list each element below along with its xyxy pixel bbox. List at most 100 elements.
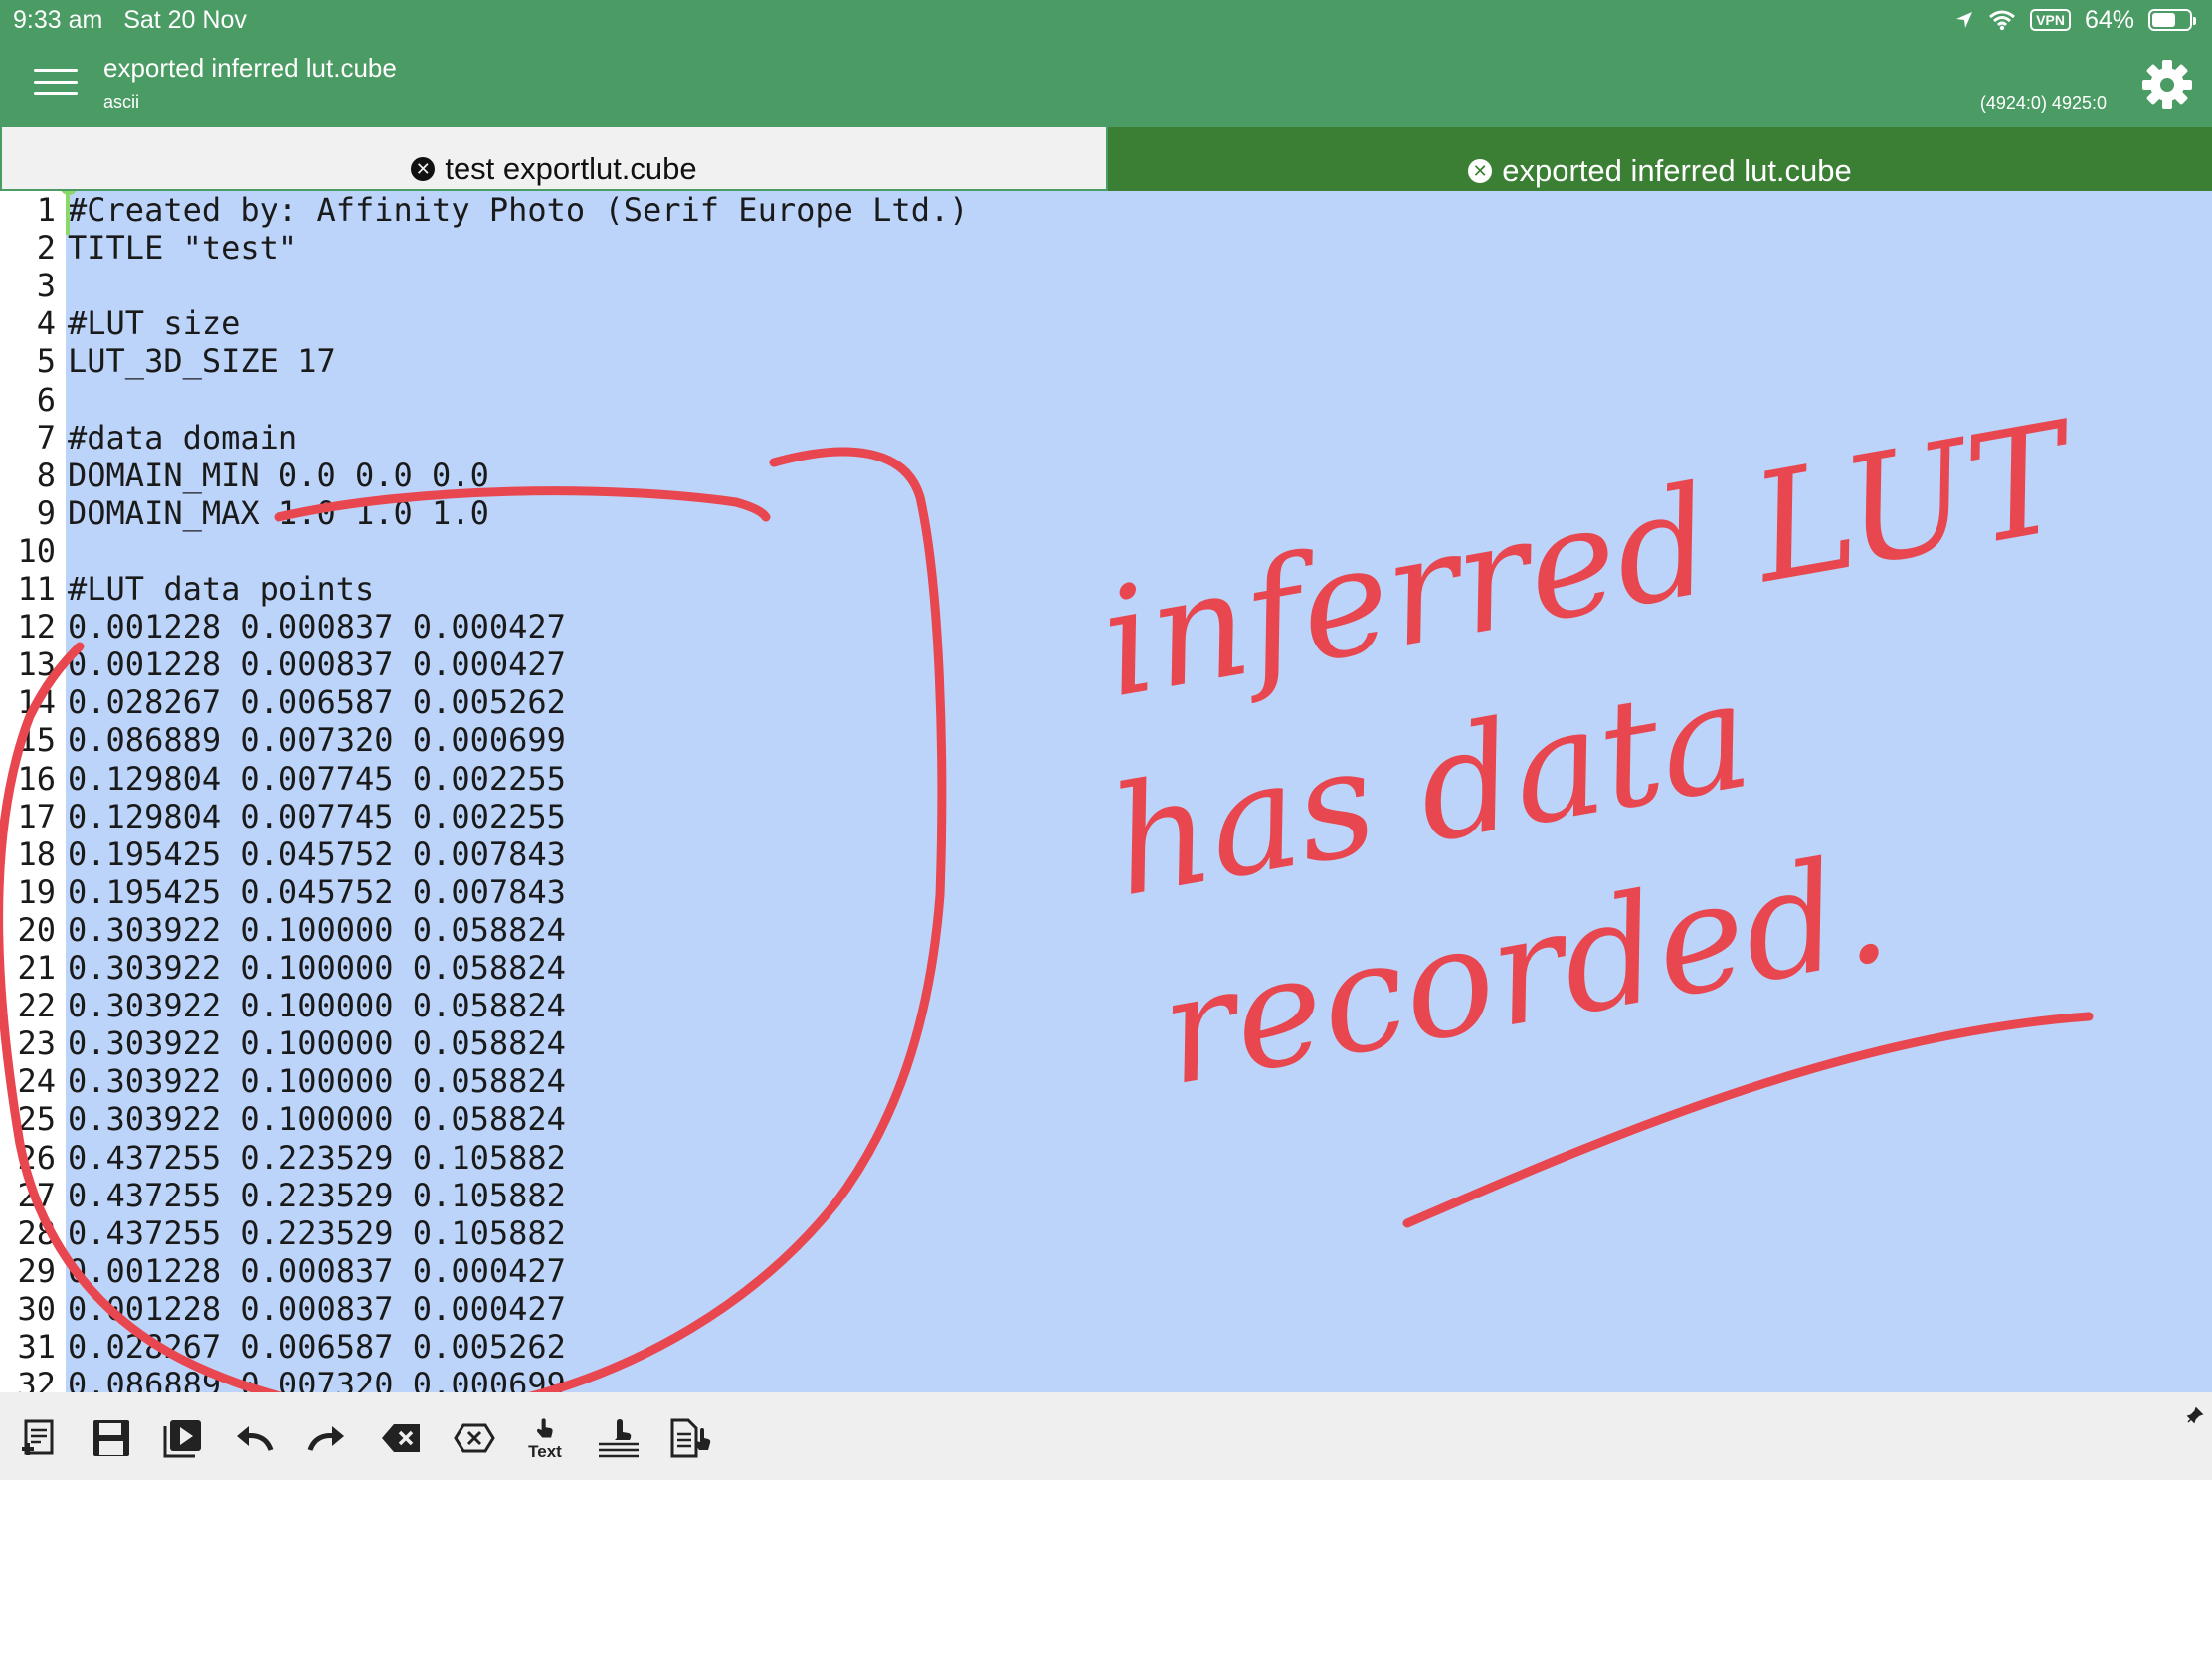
line-text: 0.303922 0.100000 0.058824 (68, 1024, 566, 1063)
code-line[interactable]: 12 0.001228 0.000837 0.000427 (0, 608, 2212, 645)
line-text: 0.303922 0.100000 0.058824 (68, 910, 566, 949)
line-number: 5 (36, 342, 56, 381)
tab-test-exportlut[interactable]: ✕ test exportlut.cube (0, 127, 1108, 191)
code-line[interactable]: 2 TITLE "test" (0, 229, 2212, 267)
battery-icon (2148, 9, 2196, 31)
line-number: 10 (17, 531, 56, 570)
undo-button[interactable] (231, 1414, 278, 1462)
line-number: 16 (17, 759, 56, 798)
tab-label: exported inferred lut.cube (1502, 153, 1852, 188)
code-line[interactable]: 21 0.303922 0.100000 0.058824 (0, 949, 2212, 987)
code-line[interactable]: 17 0.129804 0.007745 0.002255 (0, 798, 2212, 835)
line-text: TITLE "test" (68, 229, 298, 268)
code-line[interactable]: 3 (0, 267, 2212, 304)
empty-area (0, 1480, 2212, 1659)
text-cursor (66, 191, 70, 235)
line-number: 4 (36, 304, 56, 343)
line-number: 22 (17, 987, 56, 1025)
code-line[interactable]: 25 0.303922 0.100000 0.058824 (0, 1100, 2212, 1138)
bottom-toolbar: Text (0, 1392, 2212, 1480)
line-number: 28 (17, 1213, 56, 1252)
code-line[interactable]: 20 0.303922 0.100000 0.058824 (0, 911, 2212, 949)
line-number: 11 (17, 570, 56, 608)
code-line[interactable]: 29 0.001228 0.000837 0.000427 (0, 1252, 2212, 1290)
line-text: 0.028267 0.006587 0.005262 (68, 1328, 566, 1366)
line-number: 23 (17, 1024, 56, 1063)
gear-icon[interactable] (2140, 58, 2194, 111)
code-line[interactable]: 32 0.086889 0.007320 0.000699 (0, 1366, 2212, 1392)
vpn-badge: VPN (2030, 9, 2071, 31)
pin-icon[interactable] (2186, 1406, 2204, 1424)
code-line[interactable]: 7 #data domain (0, 419, 2212, 457)
line-text: 0.001228 0.000837 0.000427 (68, 1251, 566, 1290)
line-number: 15 (17, 721, 56, 760)
code-line[interactable]: 11 #LUT data points (0, 570, 2212, 608)
line-text: #LUT data points (68, 570, 375, 608)
document-encoding: ascii (103, 92, 140, 112)
line-tool-button[interactable] (595, 1414, 643, 1462)
save-button[interactable] (88, 1414, 135, 1462)
code-line[interactable]: 14 0.028267 0.006587 0.005262 (0, 683, 2212, 721)
code-line[interactable]: 16 0.129804 0.007745 0.002255 (0, 760, 2212, 798)
file-tabs: ✕ test exportlut.cube ✕ exported inferre… (0, 127, 2212, 191)
code-line[interactable]: 13 0.001228 0.000837 0.000427 (0, 645, 2212, 683)
code-line[interactable]: 15 0.086889 0.007320 0.000699 (0, 721, 2212, 759)
code-line[interactable]: 22 0.303922 0.100000 0.058824 (0, 987, 2212, 1024)
line-text: 0.001228 0.000837 0.000427 (68, 645, 566, 684)
run-button[interactable] (159, 1414, 207, 1462)
close-tab-icon[interactable]: ✕ (411, 157, 436, 181)
line-number: 7 (36, 418, 56, 457)
code-line[interactable]: 1 #Created by: Affinity Photo (Serif Euro… (0, 191, 2212, 229)
line-number: 8 (36, 456, 56, 494)
battery-level (2152, 13, 2176, 27)
code-line[interactable]: 31 0.028267 0.006587 0.005262 (0, 1328, 2212, 1366)
code-line[interactable]: 18 0.195425 0.045752 0.007843 (0, 835, 2212, 873)
code-line[interactable]: 9 DOMAIN_MAX 1.0 1.0 1.0 (0, 494, 2212, 532)
line-number: 24 (17, 1062, 56, 1101)
clear-icon (454, 1423, 495, 1453)
hamburger-menu-icon[interactable] (34, 69, 78, 100)
location-arrow-icon (1956, 12, 1973, 28)
line-text: 0.195425 0.045752 0.007843 (68, 834, 566, 873)
cursor-position: (4924:0) 4925:0 (1979, 93, 2107, 113)
code-line[interactable]: 6 (0, 381, 2212, 419)
line-text: 0.001228 0.000837 0.000427 (68, 608, 566, 646)
delete-button[interactable] (378, 1414, 426, 1462)
redo-button[interactable] (302, 1414, 350, 1462)
line-text: 0.303922 0.100000 0.058824 (68, 1062, 566, 1101)
code-line[interactable]: 24 0.303922 0.100000 0.058824 (0, 1062, 2212, 1100)
code-line[interactable]: 4 #LUT size (0, 304, 2212, 342)
tab-exported-inferred-lut[interactable]: ✕ exported inferred lut.cube (1108, 127, 2212, 191)
line-text: LUT_3D_SIZE 17 (68, 342, 336, 381)
code-line[interactable]: 30 0.001228 0.000837 0.000427 (0, 1290, 2212, 1328)
code-line[interactable]: 26 0.437255 0.223529 0.105882 (0, 1139, 2212, 1177)
line-number: 21 (17, 949, 56, 987)
wifi-icon (1989, 10, 2016, 31)
line-text: #data domain (68, 418, 298, 457)
status-date: Sat 20 Nov (123, 6, 247, 34)
line-number: 2 (36, 229, 56, 268)
line-text: 0.129804 0.007745 0.002255 (68, 759, 566, 798)
close-tab-icon[interactable]: ✕ (1468, 159, 1493, 183)
line-number: 9 (36, 493, 56, 532)
document-tool-button[interactable] (666, 1414, 714, 1462)
delete-icon (382, 1424, 420, 1452)
code-line[interactable]: 27 0.437255 0.223529 0.105882 (0, 1177, 2212, 1214)
code-editor[interactable]: 1 #Created by: Affinity Photo (Serif Euro… (0, 191, 2212, 1392)
code-line[interactable]: 5 LUT_3D_SIZE 17 (0, 342, 2212, 380)
line-number: 1 (36, 191, 56, 229)
code-line[interactable]: 23 0.303922 0.100000 0.058824 (0, 1024, 2212, 1062)
save-icon (93, 1420, 129, 1456)
code-line[interactable]: 10 (0, 532, 2212, 570)
code-line[interactable]: 28 0.437255 0.223529 0.105882 (0, 1214, 2212, 1252)
redo-icon (307, 1426, 344, 1451)
line-number: 12 (17, 608, 56, 646)
text-tool-button[interactable]: Text (521, 1414, 569, 1462)
line-text: #LUT size (68, 304, 241, 343)
new-file-button[interactable] (16, 1414, 64, 1462)
code-line[interactable]: 8 DOMAIN_MIN 0.0 0.0 0.0 (0, 457, 2212, 494)
text-tool-label: Text (528, 1442, 562, 1461)
clear-button[interactable] (450, 1414, 497, 1462)
code-line[interactable]: 19 0.195425 0.045752 0.007843 (0, 873, 2212, 911)
line-tool-icon (599, 1419, 639, 1458)
